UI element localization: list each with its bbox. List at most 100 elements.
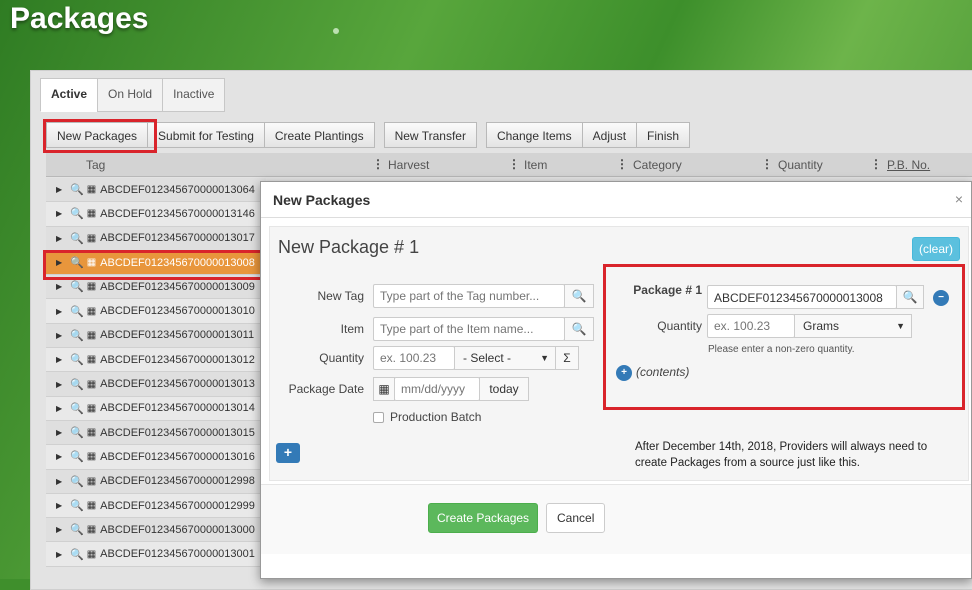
table-row[interactable]: ▶ 🔍 ▦ ABCDEF012345670000013064 — [46, 178, 266, 203]
adjust-button[interactable]: Adjust — [581, 122, 638, 148]
barcode-icon[interactable]: ▦ — [87, 549, 96, 560]
expand-icon[interactable]: ▶ — [56, 428, 70, 437]
search-icon[interactable]: 🔍 — [70, 450, 84, 463]
column-menu-icon[interactable]: ⋮ — [616, 157, 628, 171]
expand-icon[interactable]: ▶ — [56, 209, 70, 218]
grid-header: Tag ⋮ Harvest ⋮ Item ⋮ Category ⋮ Quanti… — [46, 153, 972, 177]
selected-row-highlight — [43, 250, 265, 280]
search-icon[interactable]: 🔍 — [70, 548, 84, 561]
expand-icon[interactable]: ▶ — [56, 331, 70, 340]
barcode-icon[interactable]: ▦ — [87, 354, 96, 365]
search-icon[interactable]: 🔍 — [70, 280, 84, 293]
new-tag-input[interactable] — [373, 284, 565, 308]
expand-icon[interactable]: ▶ — [56, 477, 70, 486]
column-item[interactable]: Item — [524, 158, 547, 172]
table-row[interactable]: ▶ 🔍 ▦ ABCDEF012345670000012998 — [46, 469, 266, 494]
search-icon[interactable]: 🔍 — [70, 402, 84, 415]
search-icon[interactable]: 🔍 — [70, 378, 84, 391]
add-package-icon[interactable]: + — [276, 443, 300, 463]
search-icon[interactable]: 🔍 — [70, 353, 84, 366]
table-row[interactable]: ▶ 🔍 ▦ ABCDEF012345670000013015 — [46, 420, 266, 446]
barcode-icon[interactable]: ▦ — [87, 184, 96, 195]
tab-active[interactable]: Active — [40, 78, 99, 112]
table-row[interactable]: ▶ 🔍 ▦ ABCDEF012345670000013014 — [46, 396, 266, 421]
package-title: New Package # 1 — [278, 237, 420, 257]
search-icon[interactable]: 🔍 — [564, 284, 594, 308]
create-packages-button[interactable]: Create Packages — [428, 503, 539, 533]
page-title: Packages — [10, 2, 149, 35]
search-icon[interactable]: 🔍 — [70, 329, 84, 342]
today-button[interactable]: today — [479, 377, 529, 401]
table-row[interactable]: ▶ 🔍 ▦ ABCDEF012345670000013011 — [46, 323, 266, 349]
search-icon[interactable]: 🔍 — [70, 232, 84, 245]
change-items-button[interactable]: Change Items — [485, 122, 583, 148]
expand-icon[interactable]: ▶ — [56, 185, 70, 194]
search-icon[interactable]: 🔍 — [70, 207, 84, 220]
barcode-icon[interactable]: ▦ — [87, 427, 96, 438]
table-row[interactable]: ▶ 🔍 ▦ ABCDEF012345670000013146 — [46, 202, 266, 227]
search-icon[interactable]: 🔍 — [70, 523, 84, 536]
column-menu-icon[interactable]: ⋮ — [870, 157, 882, 171]
column-menu-icon[interactable]: ⋮ — [372, 157, 384, 171]
tab-on-hold[interactable]: On Hold — [97, 78, 164, 112]
search-icon[interactable]: 🔍 — [70, 475, 84, 488]
column-menu-icon[interactable]: ⋮ — [761, 157, 773, 171]
production-batch-checkbox[interactable] — [373, 412, 384, 423]
table-row[interactable]: ▶ 🔍 ▦ ABCDEF012345670000013001 — [46, 542, 266, 567]
table-row[interactable]: ▶ 🔍 ▦ ABCDEF012345670000013000 — [46, 518, 266, 543]
barcode-icon[interactable]: ▦ — [87, 403, 96, 414]
search-icon[interactable]: 🔍 — [70, 305, 84, 318]
expand-icon[interactable]: ▶ — [56, 234, 70, 243]
expand-icon[interactable]: ▶ — [56, 355, 70, 364]
table-row[interactable]: ▶ 🔍 ▦ ABCDEF012345670000013012 — [46, 348, 266, 373]
tab-inactive[interactable]: Inactive — [162, 78, 226, 112]
column-harvest[interactable]: Harvest — [388, 158, 429, 172]
table-row[interactable]: ▶ 🔍 ▦ ABCDEF012345670000013010 — [46, 299, 266, 324]
column-menu-icon[interactable]: ⋮ — [508, 157, 520, 171]
item-input[interactable] — [373, 317, 565, 341]
unit-select[interactable]: - Select - ▼ — [454, 346, 556, 370]
barcode-icon[interactable]: ▦ — [87, 281, 96, 292]
column-category[interactable]: Category — [633, 158, 682, 172]
search-icon[interactable]: 🔍 — [70, 499, 84, 512]
close-icon[interactable]: × — [955, 191, 963, 207]
submit-for-testing-button[interactable]: Submit for Testing — [147, 122, 265, 148]
expand-icon[interactable]: ▶ — [56, 307, 70, 316]
clear-button[interactable]: (clear) — [911, 237, 960, 261]
barcode-icon[interactable]: ▦ — [87, 379, 96, 390]
table-row[interactable]: ▶ 🔍 ▦ ABCDEF012345670000013016 — [46, 445, 266, 470]
barcode-icon[interactable]: ▦ — [87, 208, 96, 219]
expand-icon[interactable]: ▶ — [56, 501, 70, 510]
expand-icon[interactable]: ▶ — [56, 550, 70, 559]
barcode-icon[interactable]: ▦ — [87, 233, 96, 244]
expand-icon[interactable]: ▶ — [56, 404, 70, 413]
calendar-icon[interactable]: ▦ — [373, 377, 395, 401]
quantity-input[interactable] — [373, 346, 455, 370]
barcode-icon[interactable]: ▦ — [87, 330, 96, 341]
search-icon[interactable]: 🔍 — [70, 426, 84, 439]
search-icon[interactable]: 🔍 — [564, 317, 594, 341]
expand-icon[interactable]: ▶ — [56, 380, 70, 389]
column-quantity[interactable]: Quantity — [778, 158, 823, 172]
column-tag[interactable]: Tag — [86, 158, 105, 172]
expand-icon[interactable]: ▶ — [56, 282, 70, 291]
table-row[interactable]: ▶ 🔍 ▦ ABCDEF012345670000013013 — [46, 372, 266, 397]
sum-button[interactable]: Σ — [555, 346, 579, 370]
package-date-input[interactable] — [394, 377, 480, 401]
barcode-icon[interactable]: ▦ — [87, 306, 96, 317]
new-transfer-button[interactable]: New Transfer — [383, 122, 477, 148]
finish-button[interactable]: Finish — [636, 122, 691, 148]
source-note: After December 14th, 2018, Providers wil… — [635, 441, 928, 469]
barcode-icon[interactable]: ▦ — [87, 451, 96, 462]
expand-icon[interactable]: ▶ — [56, 525, 70, 534]
barcode-icon[interactable]: ▦ — [87, 476, 96, 487]
barcode-icon[interactable]: ▦ — [87, 500, 96, 511]
column-pb-no[interactable]: P.B. No. — [887, 158, 930, 172]
barcode-icon[interactable]: ▦ — [87, 524, 96, 535]
cancel-button[interactable]: Cancel — [546, 503, 606, 533]
expand-icon[interactable]: ▶ — [56, 452, 70, 461]
table-row[interactable]: ▶ 🔍 ▦ ABCDEF012345670000013017 — [46, 226, 266, 251]
create-plantings-button[interactable]: Create Plantings — [263, 122, 375, 148]
search-icon[interactable]: 🔍 — [70, 183, 84, 196]
table-row[interactable]: ▶ 🔍 ▦ ABCDEF012345670000012999 — [46, 493, 266, 519]
